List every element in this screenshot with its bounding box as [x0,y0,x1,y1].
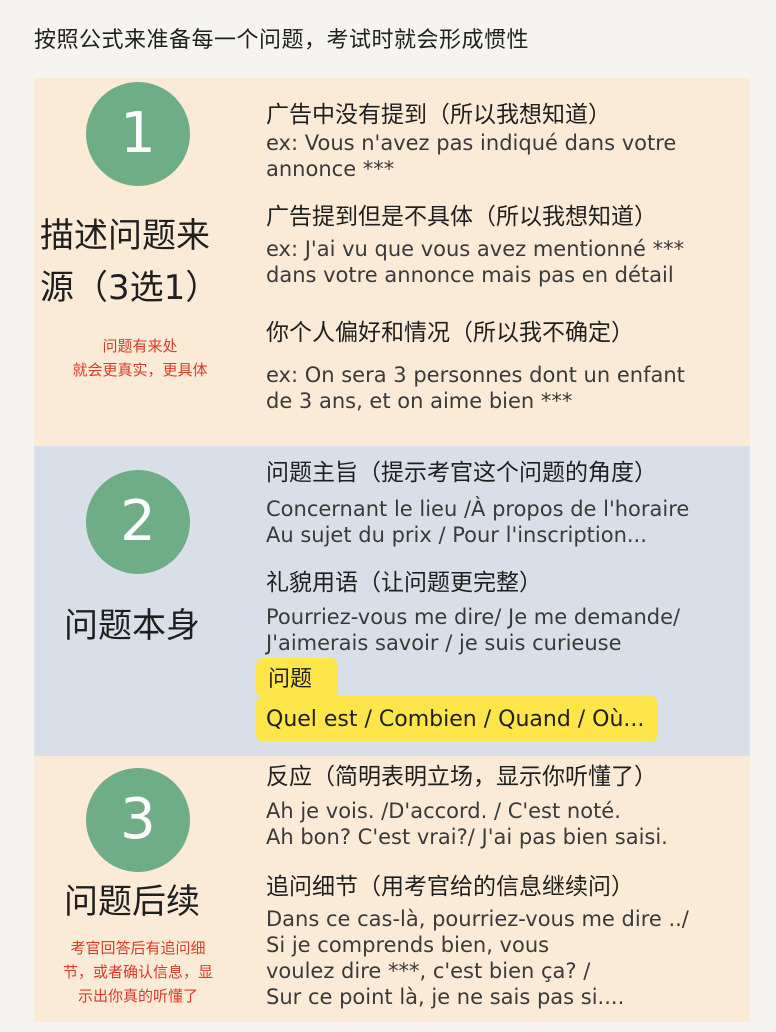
section-3-follow-up: 3 问题后续 考官回答后有追问细 节，或者确认信息，显 示出你真的听懂了 反应（… [34,756,750,1022]
example-line: ex: J'ai vu que vous avez mentionné *** [266,237,685,261]
item-title-polite-phrases: 礼貌用语（让问题更完整） [266,570,542,596]
section-1-title-line-1: 描述问题来 [40,216,210,256]
note-line: 考官回答后有追问细 [70,939,206,957]
section-1-title: 描述问题来 源（3选1） [40,210,250,314]
example-line: de 3 ans, et on aime bien *** [266,389,573,413]
example-line: Ah bon? C'est vrai?/ J'ai pas bien saisi… [266,825,668,849]
example-line: dans votre annonce mais pas en détail [266,263,674,287]
example-line: Concernant le lieu /À propos de l'horair… [266,497,690,521]
page-title: 按照公式来准备每一个问题，考试时就会形成惯性 [34,28,530,53]
example-line: Dans ce cas-là, pourriez-vous me dire ..… [266,907,689,931]
item-example-polite-phrases: Pourriez-vous me dire/ Je me demande/ J'… [266,604,680,656]
item-example-reaction: Ah je vois. /D'accord. / C'est noté. Ah … [266,798,668,850]
note-line: 问题有来处 [102,337,178,355]
item-title-follow-up-details: 追问细节（用考官给的信息继续问） [266,874,634,900]
step-number-3: 3 [86,768,190,872]
section-1-title-line-2: 源（3选1） [40,268,220,308]
note-line: 就会更真实，更具体 [72,361,208,379]
example-line: Si je comprends bien, vous [266,933,550,957]
example-line: Pourriez-vous me dire/ Je me demande/ [266,605,681,629]
section-2-question: 2 问题本身 问题主旨（提示考官这个问题的角度） Concernant le l… [34,446,750,756]
example-line: J'aimerais savoir / je suis curieuse [266,631,622,655]
step-number-1: 1 [86,82,190,186]
item-example-ad-not-mentioned: ex: Vous n'avez pas indiqué dans votre a… [266,130,676,182]
example-line: ex: On sera 3 personnes dont un enfant [266,363,685,387]
item-title-ad-not-specific: 广告提到但是不具体（所以我想知道） [266,204,657,230]
step-number-2: 2 [86,470,190,574]
example-line: Ah je vois. /D'accord. / C'est noté. [266,799,621,823]
example-line: ex: Vous n'avez pas indiqué dans votre [266,131,677,155]
section-3-title: 问题后续 [64,882,200,922]
example-line: Au sujet du prix / Pour l'inscription... [266,523,647,547]
note-line: 节，或者确认信息，显 [62,963,213,981]
example-line: voulez dire ***, c'est bien ça? / [266,959,591,983]
section-2-title: 问题本身 [64,606,200,646]
section-3-note: 考官回答后有追问细 节，或者确认信息，显 示出你真的听懂了 [48,936,228,1008]
item-title-personal-preference: 你个人偏好和情况（所以我不确定） [266,320,634,346]
example-line: Sur ce point là, je ne sais pas si.... [266,985,625,1009]
item-title-reaction: 反应（简明表明立场，显示你听懂了） [266,764,657,790]
item-example-follow-up-details: Dans ce cas-là, pourriez-vous me dire ..… [266,906,689,1010]
item-title-question-topic: 问题主旨（提示考官这个问题的角度） [266,460,657,486]
highlight-question-example: Quel est / Combien / Quand / Où... [266,707,645,732]
item-example-question-topic: Concernant le lieu /À propos de l'horair… [266,496,689,548]
item-example-ad-not-specific: ex: J'ai vu que vous avez mentionné *** … [266,236,684,288]
highlight-question-label: 问题 [268,667,313,692]
item-example-personal-preference: ex: On sera 3 personnes dont un enfant d… [266,362,685,414]
note-line: 示出你真的听懂了 [77,987,198,1005]
example-line: annonce *** [266,157,395,181]
item-title-ad-not-mentioned: 广告中没有提到（所以我想知道） [266,102,611,128]
section-1-source: 1 描述问题来 源（3选1） 问题有来处 就会更真实，更具体 广告中没有提到（所… [34,78,750,446]
section-1-note: 问题有来处 就会更真实，更具体 [40,334,240,382]
